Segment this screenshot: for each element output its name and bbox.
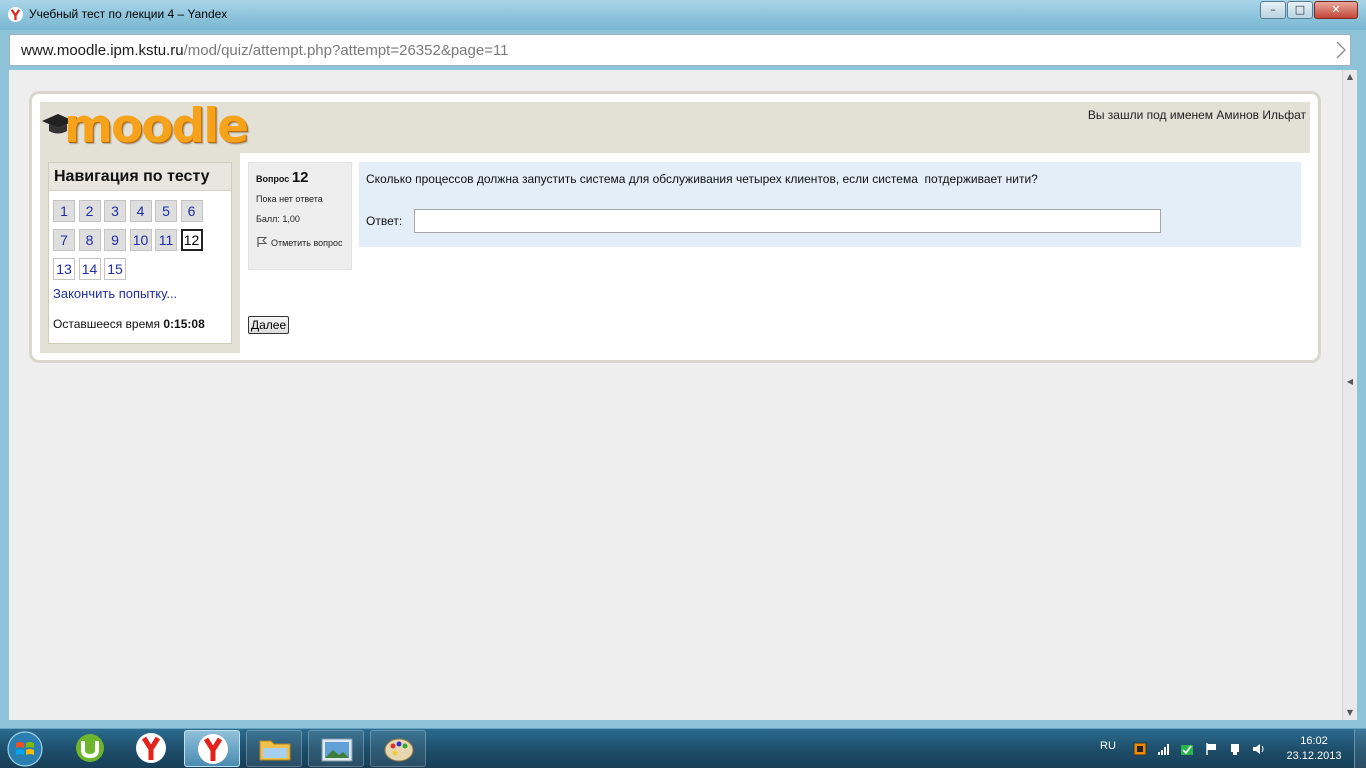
- question-info: Вопрос 12 Пока нет ответа Балл: 1,00 Отм…: [248, 162, 352, 270]
- question-nav-button[interactable]: 14: [78, 258, 101, 280]
- clock-date: 23.12.2013: [1286, 750, 1342, 762]
- answer-input[interactable]: [414, 209, 1161, 233]
- folder-icon: [259, 740, 291, 761]
- action-center-flag-icon[interactable]: [1205, 742, 1219, 756]
- page-header: moodle Вы зашли под именем Аминов Ильфат: [40, 99, 1310, 155]
- minimize-icon: –: [1270, 3, 1276, 16]
- taskbar-yandex[interactable]: [123, 730, 179, 767]
- picture-icon: [321, 738, 353, 762]
- question-nav-button[interactable]: 1: [53, 200, 75, 222]
- question-grade: Балл: 1,00: [256, 214, 300, 224]
- close-icon: ✕: [1331, 3, 1341, 16]
- taskbar-paint[interactable]: [370, 730, 426, 767]
- question-nav-button[interactable]: 5: [155, 200, 177, 222]
- windows-start-icon[interactable]: [3, 730, 47, 768]
- maximize-button[interactable]: □: [1287, 1, 1313, 19]
- yandex-icon: [198, 734, 228, 764]
- system-clock[interactable]: 16:02 23.12.2013: [1280, 734, 1348, 764]
- minimize-button[interactable]: –: [1260, 1, 1286, 19]
- time-left: Оставшееся время 0:15:08: [53, 317, 205, 331]
- taskbar-yandex-active[interactable]: [184, 730, 240, 767]
- question-prefix: Вопрос: [256, 174, 290, 184]
- taskbar-explorer[interactable]: [246, 730, 302, 767]
- flag-question-label: Отметить вопрос: [271, 238, 343, 248]
- flag-question-toggle[interactable]: Отметить вопрос: [256, 236, 346, 250]
- power-plug-icon[interactable]: [1228, 742, 1242, 756]
- time-left-label: Оставшееся время: [53, 317, 161, 331]
- url-path: /mod/quiz/attempt.php?attempt=26352&page…: [183, 42, 509, 59]
- window-title: Учебный тест по лекции 4 – Yandex: [29, 7, 228, 21]
- question-state: Пока нет ответа: [256, 194, 323, 204]
- answer-label: Ответ:: [366, 214, 403, 228]
- clock-time: 16:02: [1300, 735, 1328, 747]
- browser-window: Учебный тест по лекции 4 – Yandex – □ ✕ …: [0, 0, 1366, 728]
- question-number-value: 12: [291, 169, 309, 186]
- network-signal-icon[interactable]: [1157, 742, 1171, 756]
- volume-icon[interactable]: [1252, 742, 1266, 756]
- quiz-navigation-panel: Навигация по тесту 1 2 3 4 5 6 7 8 9 10 11 12 13 14 15…: [48, 162, 232, 344]
- question-nav-button[interactable]: 2: [78, 200, 101, 222]
- media-tray-icon[interactable]: [1133, 742, 1147, 756]
- quiz-navigation-block: Навигация по тесту 1 2 3 4 5 6 7 8 9 10 11 12 13 14 15…: [40, 153, 240, 353]
- scroll-up-icon[interactable]: ▲: [1343, 70, 1357, 84]
- paint-palette-icon: [384, 738, 414, 762]
- question-nav-button[interactable]: 11: [155, 229, 177, 251]
- time-left-value: 0:15:08: [163, 317, 205, 331]
- scroll-down-icon[interactable]: ▼: [1343, 706, 1357, 720]
- question-nav-button[interactable]: 6: [180, 200, 203, 222]
- question-nav-button[interactable]: 3: [104, 200, 126, 222]
- moodle-page: moodle Вы зашли под именем Аминов Ильфат…: [29, 91, 1321, 363]
- logged-in-user: Вы зашли под именем Аминов Ильфат: [1087, 108, 1306, 122]
- close-button[interactable]: ✕: [1314, 1, 1358, 19]
- chevron-right-icon[interactable]: [1336, 41, 1346, 59]
- logo-wordmark: moodle: [64, 99, 249, 154]
- url-host: www.moodle.ipm.kstu.ru: [21, 42, 184, 59]
- flag-icon: [257, 237, 268, 247]
- question-nav-button[interactable]: 10: [129, 229, 152, 251]
- language-indicator[interactable]: RU: [1100, 740, 1116, 752]
- question-nav-button[interactable]: 13: [53, 258, 75, 280]
- question-number: Вопрос 12: [256, 169, 309, 186]
- question-nav-button[interactable]: 15: [104, 258, 126, 280]
- next-button[interactable]: Далее: [248, 316, 290, 334]
- show-desktop-button[interactable]: [1354, 729, 1366, 768]
- question-content: Сколько процессов должна запустить систе…: [359, 162, 1301, 247]
- address-bar[interactable]: www.moodle.ipm.kstu.ru/mod/quiz/attempt.…: [9, 34, 1351, 66]
- title-bar[interactable]: Учебный тест по лекции 4 – Yandex – □ ✕: [0, 0, 1366, 30]
- moodle-logo[interactable]: moodle: [40, 99, 249, 155]
- finish-attempt-link[interactable]: Закончить попытку...: [53, 286, 177, 301]
- yandex-icon: [136, 733, 166, 763]
- antivirus-icon[interactable]: [1180, 742, 1194, 756]
- maximize-icon: □: [1294, 3, 1306, 16]
- taskbar-utorrent[interactable]: [62, 730, 118, 767]
- quiz-navigation-title: Навигация по тесту: [49, 163, 231, 191]
- question-nav-button[interactable]: 8: [78, 229, 101, 251]
- question-nav-button[interactable]: 7: [53, 229, 75, 251]
- page-viewport: moodle Вы зашли под именем Аминов Ильфат…: [9, 70, 1342, 720]
- taskbar: RU 16:02 23.12.2013: [0, 728, 1366, 768]
- question-nav-button[interactable]: 12: [180, 229, 203, 251]
- utorrent-icon: [76, 734, 104, 762]
- url-text[interactable]: www.moodle.ipm.kstu.ru/mod/quiz/attempt.…: [21, 42, 509, 59]
- question-text: Сколько процессов должна запустить систе…: [366, 172, 1038, 186]
- taskbar-photo-viewer[interactable]: [308, 730, 364, 767]
- vertical-scrollbar[interactable]: ▲ ◀ ▼: [1342, 70, 1357, 720]
- question-nav-button[interactable]: 9: [104, 229, 126, 251]
- yandex-browser-icon: [8, 7, 23, 22]
- question-nav-button[interactable]: 4: [129, 200, 152, 222]
- scroll-side-icon[interactable]: ◀: [1343, 375, 1357, 389]
